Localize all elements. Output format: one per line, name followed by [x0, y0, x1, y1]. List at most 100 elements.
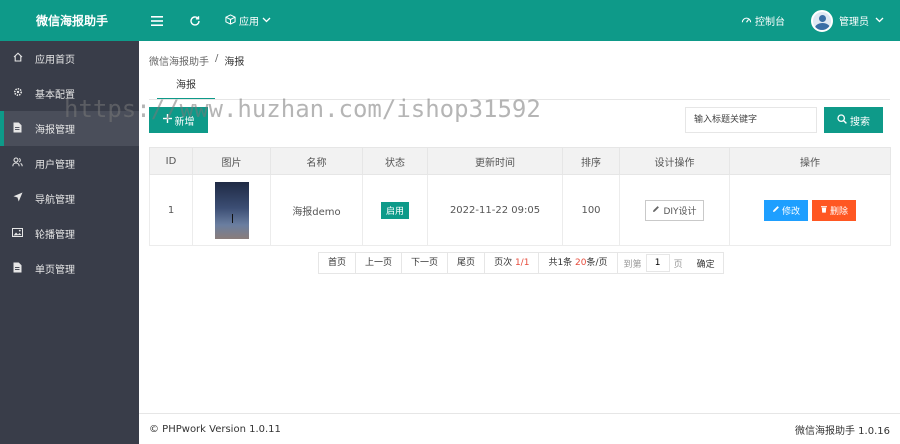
footer-app-version: 微信海报助手 1.0.16: [795, 425, 890, 437]
gear-icon: [12, 87, 23, 100]
column-header: 更新时间: [427, 147, 563, 175]
column-header: 图片: [192, 147, 271, 175]
poster-table: ID 图片 名称 状态 更新时间 排序 设计操作 操作 1 海报demo 启用: [149, 147, 891, 246]
total-prefix: 共1条: [548, 258, 573, 268]
plus-icon: [162, 114, 172, 126]
chevron-down-icon: [875, 15, 884, 26]
cell-image: [192, 174, 271, 246]
file-icon: [12, 262, 23, 276]
add-button-label: 新增: [174, 116, 195, 128]
page-prefix: 页次: [494, 258, 513, 268]
add-button[interactable]: 新增: [149, 107, 208, 133]
pagination: 首页 上一页 下一页 尾页 页次 1/1 共1条 20条/页 到第 页 确定: [318, 252, 724, 274]
table-header-row: ID 图片 名称 状态 更新时间 排序 设计操作 操作: [149, 147, 891, 175]
footer-version: © PHPwork Version 1.0.11: [149, 423, 281, 435]
edit-button[interactable]: 修改: [763, 199, 808, 221]
pager-last[interactable]: 尾页: [448, 252, 486, 274]
cell-sort: 100: [562, 174, 620, 246]
poster-thumbnail[interactable]: [214, 181, 249, 239]
home-icon: [12, 52, 23, 65]
breadcrumb-separator: /: [215, 53, 219, 64]
sidebar-item-label: 基本配置: [35, 90, 75, 101]
file-icon: [12, 122, 23, 136]
chevron-down-icon: [262, 15, 271, 26]
app-brand: 微信海报助手: [36, 14, 109, 28]
column-header: 设计操作: [619, 147, 730, 175]
sidebar-item-label: 用户管理: [35, 160, 75, 171]
refresh-icon[interactable]: [189, 15, 203, 27]
pager-page-info: 页次 1/1: [485, 252, 540, 274]
user-label: 管理员: [839, 17, 869, 28]
main-content: 微信海报助手 / 海报 海报 新增 搜索 ID 图片 名称 状态 更新时间: [139, 41, 900, 413]
cell-design: DIY设计: [619, 174, 730, 246]
trash-icon: [820, 205, 828, 216]
sidebar-item-single-page-management[interactable]: 单页管理: [0, 251, 139, 286]
sidebar-item-label: 轮播管理: [35, 230, 75, 241]
sidebar-item-user-management[interactable]: 用户管理: [0, 146, 139, 181]
cube-icon: [225, 13, 236, 28]
status-badge[interactable]: 启用: [380, 201, 409, 219]
cell-status: 启用: [362, 174, 428, 246]
table-row: 1 海报demo 启用 2022-11-22 09:05 100 DIY设计 修…: [149, 174, 891, 246]
breadcrumb-current: 海报: [224, 57, 245, 68]
menu-toggle-icon[interactable]: [151, 15, 165, 26]
edit-label: 修改: [781, 206, 800, 217]
apps-menu[interactable]: 应用: [225, 13, 271, 28]
pager-next[interactable]: 下一页: [402, 252, 449, 274]
goto-suffix: 页: [673, 259, 683, 270]
footer: © PHPwork Version 1.0.11 微信海报助手 1.0.16: [139, 413, 900, 444]
diy-design-label: DIY设计: [663, 206, 697, 217]
tab-poster[interactable]: 海报: [157, 76, 215, 100]
pager-prev[interactable]: 上一页: [356, 252, 403, 274]
top-bar: 微信海报助手 应用 控制台 管理员: [0, 0, 900, 41]
cell-actions: 修改 删除: [729, 174, 891, 246]
sidebar-item-poster-management[interactable]: 海报管理: [0, 111, 139, 146]
goto-label: 到第: [623, 259, 642, 270]
column-header: 名称: [270, 147, 363, 175]
pager-first[interactable]: 首页: [319, 252, 357, 274]
delete-label: 删除: [830, 206, 849, 217]
delete-button[interactable]: 删除: [812, 199, 857, 221]
goto-page-input[interactable]: [645, 254, 670, 272]
column-header: 操作: [729, 147, 891, 175]
search-button[interactable]: 搜索: [824, 107, 883, 133]
pencil-icon: [652, 205, 660, 216]
breadcrumb: 微信海报助手 / 海报: [149, 53, 244, 68]
sidebar-item-app-home[interactable]: 应用首页: [0, 41, 139, 76]
pencil-icon: [772, 205, 780, 216]
sidebar-item-label: 应用首页: [35, 55, 75, 66]
breadcrumb-root[interactable]: 微信海报助手: [149, 53, 209, 68]
sidebar: 应用首页 基本配置 海报管理 用户管理 导航管理 轮播管理 单页管理: [0, 41, 139, 444]
per-page-count: 20: [575, 258, 587, 268]
pager-total-info: 共1条 20条/页: [539, 252, 618, 274]
avatar: [811, 9, 833, 32]
page-current: 1/1: [514, 258, 530, 268]
cell-name: 海报demo: [270, 174, 363, 246]
search-icon: [837, 113, 847, 127]
sidebar-item-carousel-management[interactable]: 轮播管理: [0, 216, 139, 251]
cell-updated: 2022-11-22 09:05: [427, 174, 563, 246]
per-page-suffix: 条/页: [586, 258, 608, 268]
column-header: 状态: [362, 147, 428, 175]
dashboard-icon: [741, 14, 752, 28]
sidebar-item-label: 海报管理: [35, 125, 75, 136]
search-input[interactable]: [685, 107, 817, 133]
sidebar-item-basic-config[interactable]: 基本配置: [0, 76, 139, 111]
console-link[interactable]: 控制台: [741, 13, 785, 28]
apps-label: 应用: [239, 17, 259, 28]
search-button-label: 搜索: [850, 116, 870, 128]
sidebar-item-label: 单页管理: [35, 265, 75, 276]
users-icon: [12, 157, 23, 170]
sidebar-item-label: 导航管理: [35, 195, 75, 206]
console-label: 控制台: [755, 17, 785, 28]
navigation-icon: [12, 192, 23, 205]
column-header: ID: [149, 147, 193, 175]
sidebar-item-navigation-management[interactable]: 导航管理: [0, 181, 139, 216]
cell-id: 1: [149, 174, 193, 246]
user-menu[interactable]: 管理员: [811, 9, 884, 32]
pager-goto: 到第 页: [618, 254, 689, 272]
image-icon: [12, 227, 23, 240]
diy-design-button[interactable]: DIY设计: [645, 199, 704, 221]
column-header: 排序: [562, 147, 620, 175]
pager-confirm-button[interactable]: 确定: [689, 257, 723, 270]
